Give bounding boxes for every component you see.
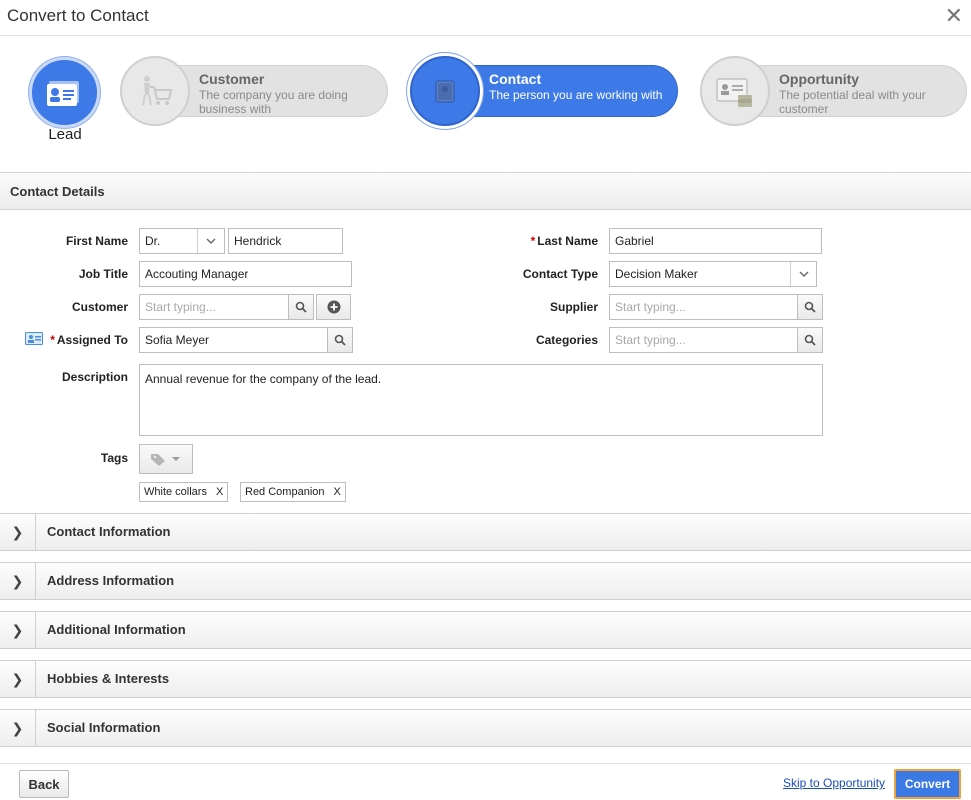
chevron-right-icon: ❯ (0, 612, 36, 648)
section-hobbies-interests[interactable]: ❯ Hobbies & Interests (0, 660, 971, 698)
section-label: Hobbies & Interests (47, 671, 170, 686)
tag-chip: White collars X (139, 482, 229, 502)
required-mark: * (530, 234, 536, 248)
step-contact-title: Contact (489, 71, 542, 87)
categories-input[interactable]: Start typing... (609, 327, 799, 353)
back-button[interactable]: Back (19, 770, 69, 798)
first-name-input[interactable]: Hendrick (228, 228, 343, 254)
assigned-to-input[interactable]: Sofia Meyer (139, 327, 328, 353)
chevron-right-icon: ❯ (0, 710, 36, 746)
customer-cart-icon (142, 76, 173, 106)
step-opportunity-circle[interactable] (700, 56, 770, 126)
customer-input[interactable]: Start typing... (139, 294, 289, 320)
step-contact-desc: The person you are working with (489, 88, 663, 102)
dialog-title: Convert to Contact (7, 6, 149, 25)
job-title-label: Job Title (78, 267, 128, 281)
contact-details-title: Contact Details (10, 184, 105, 199)
step-opportunity-title: Opportunity (779, 71, 860, 87)
search-icon[interactable] (797, 327, 823, 353)
categories-label: Categories (535, 333, 598, 347)
customer-label: Customer (71, 300, 128, 314)
contact-type-select[interactable]: Decision Maker (609, 261, 817, 287)
section-address-information[interactable]: ❯ Address Information (0, 562, 971, 600)
search-icon[interactable] (327, 327, 353, 353)
first-name-label: First Name (65, 234, 128, 248)
description-label: Description (61, 370, 128, 384)
contact-type-value: Decision Maker (615, 267, 698, 281)
chevron-right-icon: ❯ (0, 514, 36, 550)
step-customer-circle[interactable] (120, 56, 190, 126)
close-icon[interactable]: ✕ (945, 5, 963, 27)
tag-chip: Red Companion X (240, 482, 346, 502)
step-lead (29, 57, 100, 128)
convert-button[interactable]: Convert (894, 769, 961, 799)
step-lead-label: Lead (48, 126, 82, 143)
add-circle-icon[interactable] (316, 294, 351, 320)
chevron-right-icon: ❯ (0, 563, 36, 599)
section-label: Social Information (47, 720, 161, 735)
required-mark: * (50, 333, 55, 347)
dropdown-arrow-icon[interactable] (197, 229, 224, 253)
tag-chip-label: Red Companion (245, 486, 325, 498)
contact-card-icon[interactable] (25, 331, 43, 349)
tag-remove-button[interactable]: X (334, 483, 341, 501)
tag-remove-button[interactable]: X (216, 483, 223, 501)
skip-to-opportunity-link[interactable]: Skip to Opportunity (783, 776, 885, 790)
search-icon[interactable] (288, 294, 314, 320)
step-customer-title: Customer (199, 71, 265, 87)
dropdown-arrow-icon[interactable] (790, 262, 816, 286)
salutation-value: Dr. (145, 234, 161, 248)
job-title-input[interactable]: Accouting Manager (139, 261, 352, 287)
section-contact-information[interactable]: ❯ Contact Information (0, 513, 971, 551)
tag-chip-label: White collars (144, 486, 207, 498)
contact-type-label: Contact Type (522, 267, 598, 281)
section-label: Additional Information (47, 622, 186, 637)
step-opportunity-desc: The potential deal with your customer (779, 88, 926, 116)
step-contact-circle[interactable] (410, 56, 480, 126)
last-name-label-text: Last Name (537, 234, 598, 248)
section-label: Address Information (47, 573, 175, 588)
assigned-to-label-text: Assigned To (56, 333, 128, 347)
lead-card-icon (46, 80, 79, 106)
opportunity-money-icon (716, 78, 752, 107)
section-label: Contact Information (47, 524, 171, 539)
tags-label: Tags (100, 451, 128, 465)
section-social-information[interactable]: ❯ Social Information (0, 709, 971, 747)
contact-details-header (0, 172, 971, 210)
section-additional-information[interactable]: ❯ Additional Information (0, 611, 971, 649)
supplier-label: Supplier (549, 300, 598, 314)
supplier-input[interactable]: Start typing... (609, 294, 799, 320)
tag-picker-button[interactable] (139, 444, 193, 474)
step-customer-desc: The company you are doing business with (199, 88, 348, 116)
last-name-input[interactable]: Gabriel (609, 228, 822, 254)
chevron-right-icon: ❯ (0, 661, 36, 697)
search-icon[interactable] (797, 294, 823, 320)
tag-icon (151, 454, 180, 466)
last-name-label: * Last Name (480, 234, 598, 248)
description-textarea[interactable]: Annual revenue for the company of the le… (139, 364, 823, 436)
contact-book-icon (435, 80, 455, 103)
assigned-to-label: * Assigned To (45, 333, 128, 347)
